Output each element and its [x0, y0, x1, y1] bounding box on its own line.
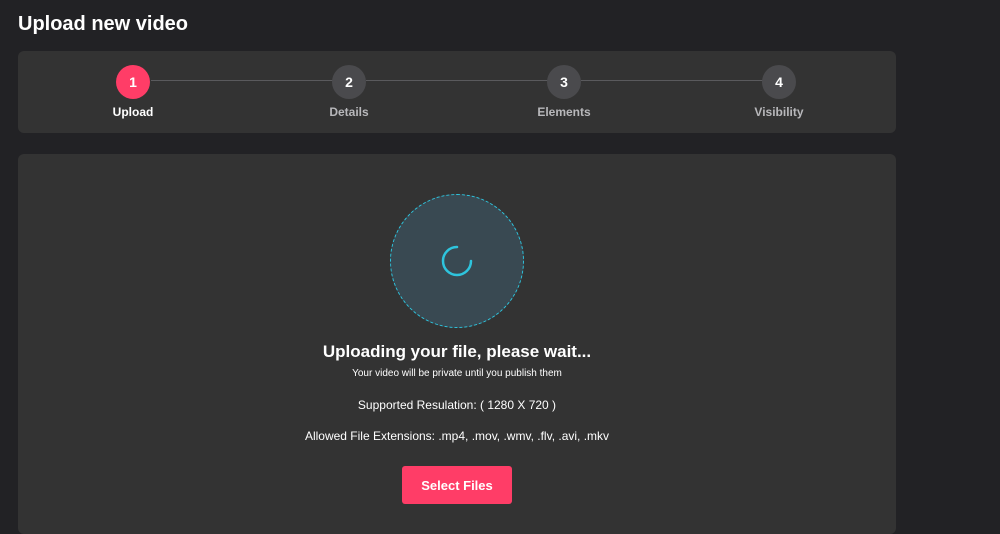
step-number-badge: 2: [332, 65, 366, 99]
step-number-badge: 4: [762, 65, 796, 99]
step-number-badge: 1: [116, 65, 150, 99]
step-label: Elements: [537, 105, 591, 119]
supported-resolution-text: Supported Resulation: ( 1280 X 720 ): [357, 398, 557, 412]
upload-stepper: 1 Upload 2 Details 3 Elements 4 Visibili…: [18, 51, 896, 133]
step-upload[interactable]: 1 Upload: [73, 65, 193, 119]
upload-status-title: Uploading your file, please wait...: [322, 342, 592, 361]
step-visibility[interactable]: 4 Visibility: [719, 65, 839, 119]
step-number-badge: 3: [547, 65, 581, 99]
loading-spinner-icon: [441, 245, 473, 277]
upload-status-subtitle: Your video will be private until you pub…: [352, 368, 562, 379]
step-elements[interactable]: 3 Elements: [504, 65, 624, 119]
step-label: Upload: [112, 105, 154, 119]
upload-panel: Uploading your file, please wait... Your…: [18, 154, 896, 534]
step-label: Visibility: [754, 105, 804, 119]
step-label: Details: [329, 105, 369, 119]
step-details[interactable]: 2 Details: [289, 65, 409, 119]
select-files-button[interactable]: Select Files: [402, 466, 512, 504]
page-title: Upload new video: [18, 13, 189, 35]
upload-drop-zone[interactable]: [390, 194, 524, 328]
allowed-extensions-text: Allowed File Extensions: .mp4, .mov, .wm…: [304, 429, 610, 443]
